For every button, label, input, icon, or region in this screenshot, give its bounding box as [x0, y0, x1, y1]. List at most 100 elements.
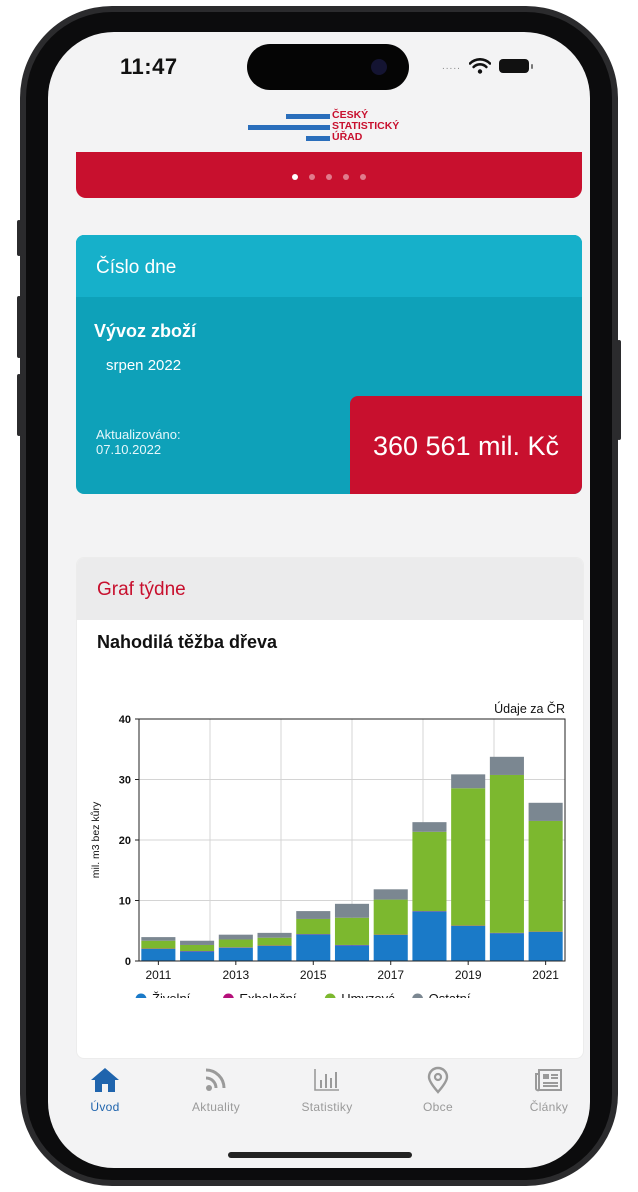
- bar-segment: [218, 939, 253, 948]
- logo-stripe: [248, 125, 330, 130]
- carousel-dot[interactable]: [309, 174, 315, 180]
- graph-of-week-header: Graf týdne: [77, 558, 583, 620]
- legend-label: Živelní: [152, 991, 191, 998]
- status-icons: .....: [442, 56, 533, 76]
- bar-chart-icon: [314, 1069, 339, 1091]
- legend-marker: [135, 993, 147, 998]
- power-button: [617, 340, 621, 440]
- x-tick-label: 2021: [532, 968, 559, 982]
- carousel-dot[interactable]: [292, 174, 298, 180]
- bar-segment: [296, 911, 331, 919]
- legend-marker: [222, 993, 234, 998]
- home-indicator[interactable]: [228, 1152, 412, 1158]
- legend-marker: [324, 993, 336, 998]
- chart-annotation: Údaje za ČR: [494, 701, 565, 716]
- nav-item-obce[interactable]: Obce: [393, 1066, 483, 1114]
- bar-segment: [412, 911, 447, 961]
- bar-segment: [528, 820, 563, 932]
- bar-segment: [141, 948, 176, 961]
- dynamic-island: [247, 44, 409, 90]
- updated-info: Aktualizováno: 07.10.2022: [96, 427, 181, 457]
- bar-segment: [334, 903, 370, 918]
- updated-label: Aktualizováno:: [96, 427, 181, 442]
- bar-segment: [489, 933, 524, 961]
- y-tick-label: 20: [119, 835, 131, 847]
- bar-segment: [412, 822, 447, 832]
- bar-segment: [218, 934, 253, 940]
- news-carousel[interactable]: [76, 152, 582, 198]
- logo-stripe: [306, 136, 330, 141]
- newspaper-icon: [535, 1069, 562, 1092]
- legend-label: Exhalační: [239, 991, 296, 998]
- bar-segment: [489, 774, 524, 933]
- csu-logo[interactable]: ČESKÝ STATISTICKÝ ÚŘAD: [248, 106, 428, 150]
- bar-segment: [528, 802, 563, 821]
- bar-segment: [451, 925, 486, 961]
- bar-segment: [180, 940, 215, 945]
- bar-segment: [180, 951, 215, 961]
- y-tick-label: 0: [125, 956, 131, 968]
- x-tick-label: 2017: [377, 968, 404, 982]
- legend-label: Hmyzová: [341, 991, 396, 998]
- graph-of-week-card[interactable]: Graf týdne Nahodilá těžba dřeva 0 10 20 30 4…: [76, 557, 584, 1059]
- chart-title: Nahodilá těžba dřeva: [97, 632, 278, 652]
- carousel-pager[interactable]: [76, 174, 582, 180]
- mute-switch: [17, 220, 21, 256]
- bar-segment: [528, 931, 563, 961]
- x-tick-label: 2019: [455, 968, 482, 982]
- app-screen: 11:47 ..... ČESKÝ STATISTICKÝ ÚŘAD Číslo…: [48, 32, 590, 1168]
- bar-segment: [489, 756, 524, 775]
- bar-segment: [141, 937, 176, 941]
- nav-item-clanky[interactable]: Články: [504, 1066, 590, 1114]
- nav-item-aktuality[interactable]: Aktuality: [171, 1066, 261, 1114]
- camera-icon: [371, 59, 387, 75]
- bar-segment: [451, 774, 486, 789]
- bottom-nav: Úvod Aktuality Statistiky Obce Články: [48, 1066, 590, 1136]
- bar-segment: [257, 937, 292, 946]
- number-of-day-period: srpen 2022: [106, 357, 182, 374]
- carousel-dot[interactable]: [326, 174, 332, 180]
- y-tick-label: 10: [119, 896, 131, 908]
- bar-segment: [296, 934, 331, 961]
- bar-segment: [141, 940, 176, 949]
- y-tick-label: 30: [119, 775, 131, 787]
- bar-segment: [257, 932, 292, 938]
- number-of-day-title: Vývoz zboží: [94, 321, 197, 341]
- legend-marker: [412, 993, 424, 998]
- bar-segment: [334, 945, 370, 961]
- number-of-day-value: 360 561 mil. Kč: [350, 396, 582, 494]
- nav-item-statistiky[interactable]: Statistiky: [282, 1066, 372, 1114]
- bar-segment: [257, 945, 292, 961]
- bar-segment: [373, 889, 408, 900]
- wifi-icon: [468, 58, 491, 74]
- carousel-dot[interactable]: [360, 174, 366, 180]
- logo-stripe: [286, 114, 330, 119]
- home-icon: [91, 1068, 119, 1092]
- legend-label: Ostatní: [429, 991, 471, 998]
- updated-date: 07.10.2022: [96, 442, 162, 457]
- y-tick-label: 40: [119, 714, 131, 726]
- rss-icon: [205, 1068, 226, 1091]
- bar-segment: [412, 831, 447, 912]
- bar-segment: [451, 788, 486, 926]
- signal-icon: .....: [442, 60, 461, 72]
- x-tick-label: 2015: [300, 968, 327, 982]
- nav-item-uvod[interactable]: Úvod: [60, 1066, 150, 1114]
- bar-segment: [180, 944, 215, 952]
- location-pin-icon: [427, 1066, 449, 1094]
- volume-down-button: [17, 374, 21, 436]
- battery-icon: [498, 59, 533, 73]
- x-tick-label: 2011: [145, 968, 171, 982]
- carousel-dot[interactable]: [343, 174, 349, 180]
- number-of-day-header: Číslo dne: [76, 235, 582, 297]
- bar-segment: [373, 899, 408, 935]
- stacked-bar-chart: 0 10 20 30 40 2011 2013 2015 2017 2019 2021 mil. m3…: [90, 701, 566, 998]
- volume-up-button: [17, 296, 21, 358]
- bar-segment: [218, 947, 253, 961]
- bar-segment: [296, 918, 331, 935]
- status-time: 11:47: [120, 54, 178, 79]
- x-tick-label: 2013: [222, 968, 249, 982]
- number-of-day-card[interactable]: Číslo dne Vývoz zboží srpen 2022 Aktuali…: [76, 235, 582, 494]
- bar-segment: [334, 917, 370, 945]
- bar-segment: [373, 934, 408, 961]
